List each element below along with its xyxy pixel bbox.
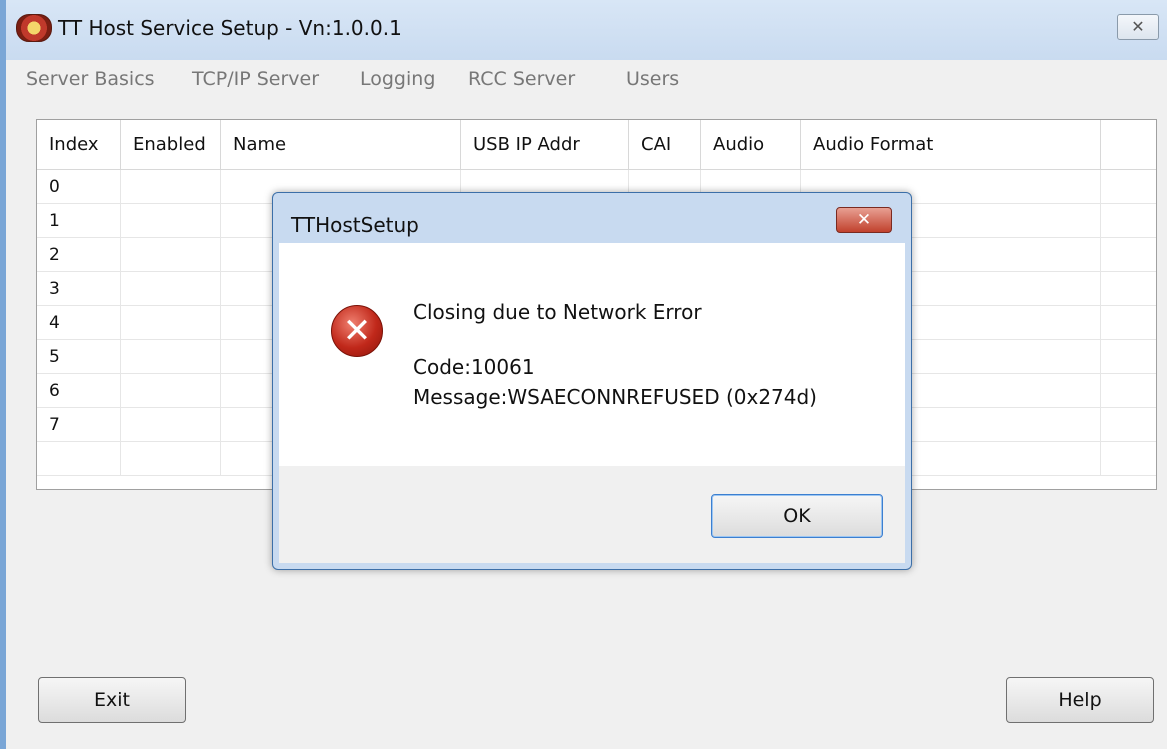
ok-button[interactable]: OK bbox=[711, 494, 883, 538]
column-header-audio-format[interactable]: Audio Format bbox=[801, 120, 1101, 170]
help-button[interactable]: Help bbox=[1006, 677, 1154, 723]
column-header-cai[interactable]: CAI bbox=[629, 120, 701, 170]
menu-item-logging[interactable]: Logging bbox=[360, 68, 435, 90]
row-index-cell: 2 bbox=[37, 238, 121, 272]
menu-item-rcc-server[interactable]: RCC Server bbox=[468, 68, 575, 90]
row-enabled-cell bbox=[121, 238, 221, 272]
row-index-cell: 5 bbox=[37, 340, 121, 374]
column-header-enabled[interactable]: Enabled bbox=[121, 120, 221, 170]
row-index-cell: 3 bbox=[37, 272, 121, 306]
menu-item-users[interactable]: Users bbox=[626, 68, 679, 90]
error-dialog: TTHostSetup ✕ ✕ Closing due to Network E… bbox=[272, 192, 912, 570]
row-index-cell: 4 bbox=[37, 306, 121, 340]
window-close-button[interactable]: ✕ bbox=[1117, 14, 1159, 40]
row-index-cell: 7 bbox=[37, 408, 121, 442]
row-index-cell bbox=[37, 442, 121, 476]
row-index-cell: 6 bbox=[37, 374, 121, 408]
column-header-filler bbox=[1101, 120, 1156, 170]
dialog-error-code: Code:10061 bbox=[413, 355, 535, 379]
menu-bar: Server Basics TCP/IP Server Logging RCC … bbox=[6, 64, 1167, 96]
dialog-close-button[interactable]: ✕ bbox=[836, 207, 892, 233]
menu-item-tcpip-server[interactable]: TCP/IP Server bbox=[192, 68, 319, 90]
row-enabled-cell bbox=[121, 306, 221, 340]
dialog-title: TTHostSetup bbox=[291, 213, 419, 237]
window-title: TT Host Service Setup - Vn:1.0.0.1 bbox=[58, 16, 402, 40]
row-index-cell: 1 bbox=[37, 204, 121, 238]
column-header-index[interactable]: Index bbox=[37, 120, 121, 170]
exit-button[interactable]: Exit bbox=[38, 677, 186, 723]
dialog-error-detail: Message:WSAECONNREFUSED (0x274d) bbox=[413, 385, 817, 409]
row-enabled-cell bbox=[121, 442, 221, 476]
app-icon bbox=[16, 14, 52, 42]
row-index-cell: 0 bbox=[37, 170, 121, 204]
row-enabled-cell bbox=[121, 204, 221, 238]
dialog-body: ✕ Closing due to Network Error Code:1006… bbox=[279, 243, 905, 466]
title-bar: TT Host Service Setup - Vn:1.0.0.1 ✕ bbox=[6, 0, 1167, 60]
menu-item-server-basics[interactable]: Server Basics bbox=[26, 68, 155, 90]
column-header-audio[interactable]: Audio bbox=[701, 120, 801, 170]
dialog-footer: OK bbox=[279, 466, 905, 563]
row-enabled-cell bbox=[121, 374, 221, 408]
row-enabled-cell bbox=[121, 408, 221, 442]
row-enabled-cell bbox=[121, 170, 221, 204]
row-enabled-cell bbox=[121, 272, 221, 306]
error-icon: ✕ bbox=[331, 305, 383, 357]
column-header-name[interactable]: Name bbox=[221, 120, 461, 170]
row-enabled-cell bbox=[121, 340, 221, 374]
column-header-usb-ip-addr[interactable]: USB IP Addr bbox=[461, 120, 629, 170]
dialog-message: Closing due to Network Error bbox=[413, 300, 702, 324]
